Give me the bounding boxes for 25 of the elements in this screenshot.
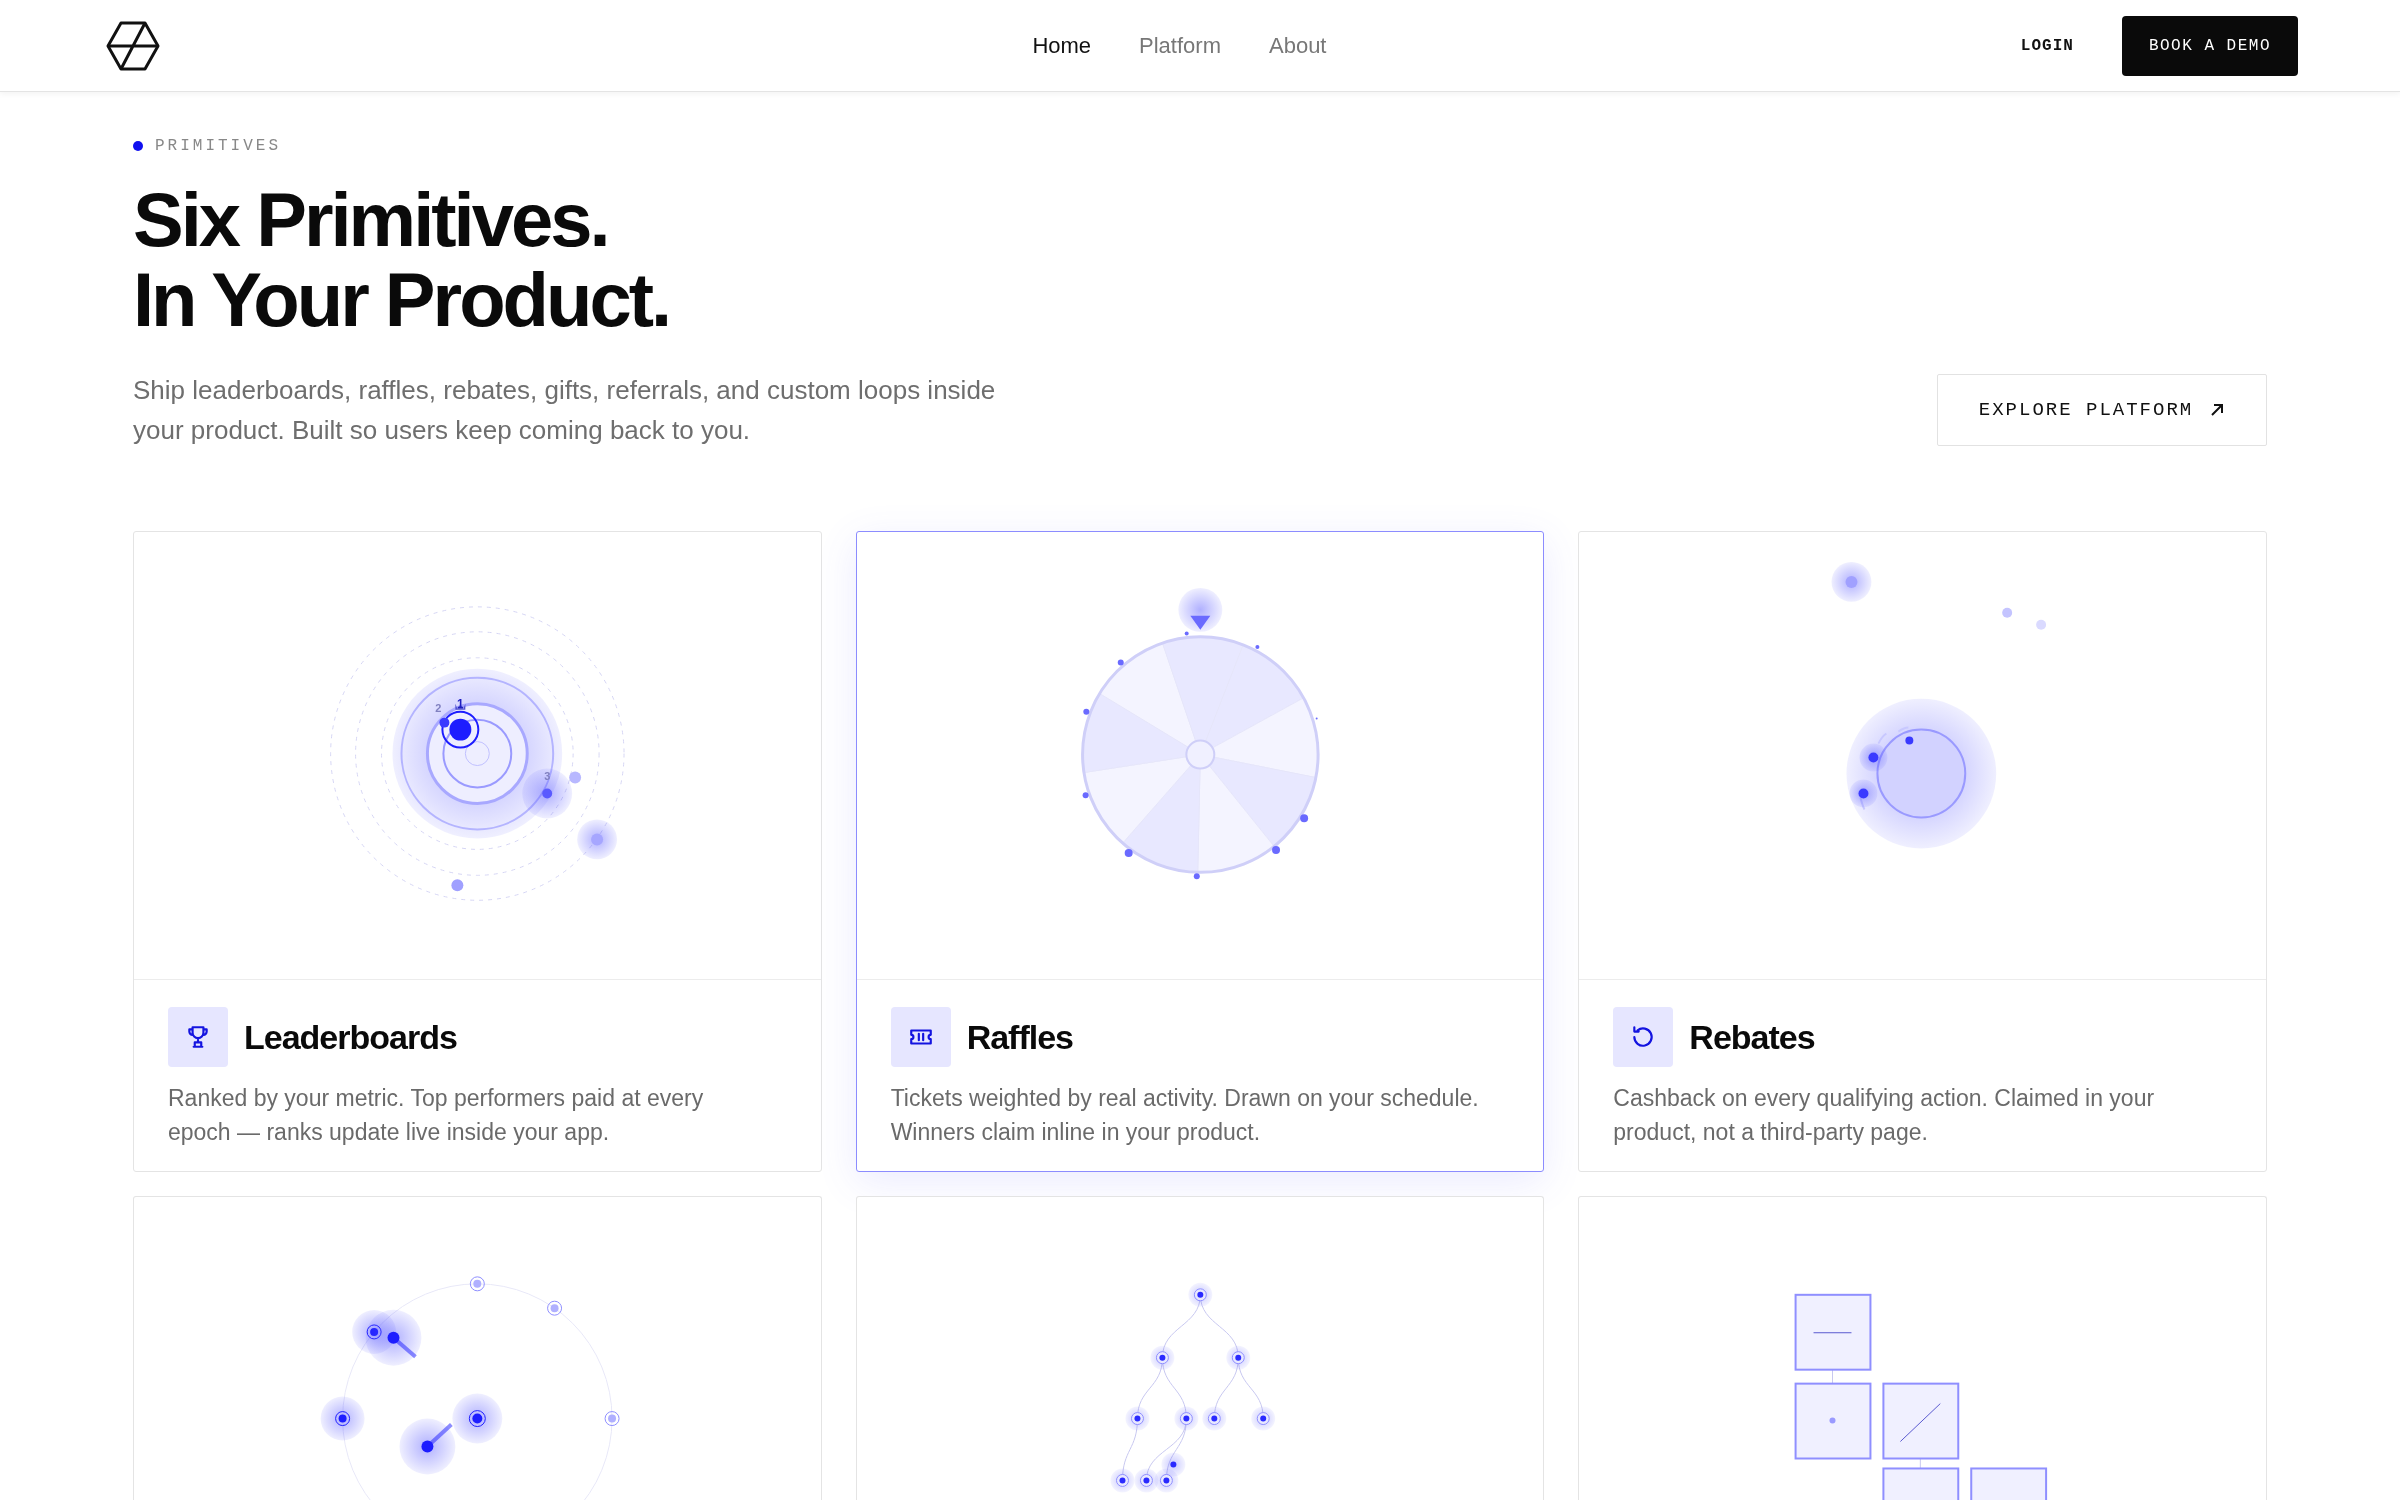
card-title: Rebates (1689, 1016, 1815, 1058)
lead-text: Ship leaderboards, raffles, rebates, gifts, referrals, and custom loops inside your product. Built so users keep coming back to you. (133, 374, 997, 447)
nav-link[interactable]: Home (1032, 29, 1092, 62)
trophy-icon (168, 1007, 228, 1067)
rotate-icon (1613, 1007, 1674, 1067)
rank-label: 2 (435, 701, 442, 714)
book-demo-button[interactable]: BOOK A DEMO (2121, 15, 2298, 76)
explore-platform-button[interactable]: EXPLORE PLATFORM (1937, 374, 2267, 446)
card-title: Raffles (966, 1016, 1074, 1058)
eyebrow-label: PRIMITIVES (155, 136, 281, 157)
nav-link[interactable]: About (1269, 29, 1327, 62)
arrow-icon (2209, 402, 2226, 418)
ticket-icon (890, 1007, 951, 1067)
card-description: Tickets weighted by real activity. Drawn on your schedule. Winners claim inline in your product. (890, 1084, 1480, 1147)
card-description: Cashback on every qualifying action. Claimed in your product, not a third-party page. (1613, 1084, 2156, 1147)
headline: Six Primitives. (133, 180, 609, 260)
card-title: Leaderboards (244, 1016, 457, 1058)
eyebrow-dot (133, 141, 143, 151)
logo-icon[interactable] (106, 20, 160, 71)
login-link[interactable]: LOGIN (2020, 33, 2074, 58)
card-description: Ranked by your metric. Top performers paid at every epoch — ranks update live inside your app. (168, 1084, 705, 1147)
headline: In Your Product. (133, 260, 671, 340)
nav-link[interactable]: Platform (1139, 29, 1221, 62)
rank-label: 3 (544, 769, 551, 782)
rank-label: 1 (457, 696, 464, 711)
